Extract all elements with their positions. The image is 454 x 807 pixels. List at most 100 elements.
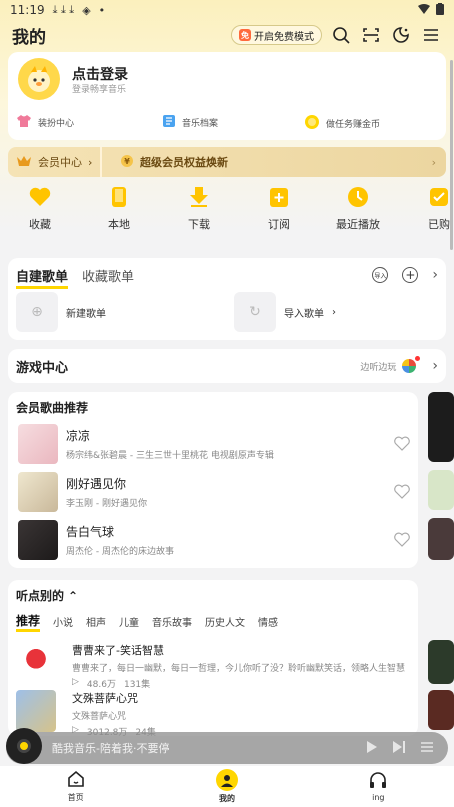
dress-center-link[interactable]: 装扮中心 <box>16 114 74 131</box>
new-playlist-button[interactable]: ⊕ 新建歌单 <box>16 292 106 332</box>
player-disc[interactable] <box>6 728 42 764</box>
listen-else-title: 听点别的 <box>16 589 65 603</box>
quick-local[interactable]: 本地 <box>89 186 149 232</box>
song-title: 刚好遇见你 <box>66 477 127 491</box>
import-icon[interactable]: 导入 <box>372 267 389 283</box>
vip-center-label: 会员中心 <box>38 156 82 169</box>
tab-history[interactable]: 历史人文 <box>205 614 245 632</box>
nav-ing-label: ing <box>372 793 385 802</box>
avatar[interactable] <box>18 58 60 100</box>
song-cover <box>18 520 58 560</box>
story-row[interactable]: 文殊菩萨心咒 文殊菩萨心咒 ▷ 3012.8万 24集 <box>16 690 414 738</box>
archive-icon <box>162 114 176 131</box>
song-cover <box>18 424 58 464</box>
free-mode-label: 开启免费模式 <box>254 31 314 43</box>
quick-local-label: 本地 <box>108 218 130 231</box>
quick-recent-label: 最近播放 <box>336 218 380 231</box>
story-row[interactable]: 曹曹来了-笑话智慧 曹曹来了，每日一幽默，每日一哲理，今儿你听了没？聆听幽默笑话… <box>16 642 414 690</box>
quick-recent[interactable]: 最近播放 <box>328 186 388 232</box>
tab-recommend[interactable]: 推荐 <box>16 612 41 632</box>
playlist-icon[interactable] <box>420 741 434 756</box>
player-track-text: 酷我音乐-陪着我·不要停 <box>52 742 170 755</box>
dress-center-label: 装扮中心 <box>38 119 75 129</box>
nav-me-label: 我的 <box>218 794 235 803</box>
song-title: 告白气球 <box>66 525 115 539</box>
heart-icon[interactable] <box>394 532 410 548</box>
next-card-preview[interactable] <box>428 392 454 462</box>
clock-icon <box>347 186 369 208</box>
nav-home[interactable]: 首页 <box>0 766 151 807</box>
free-mode-button[interactable]: 免 开启免费模式 <box>231 25 322 45</box>
tab-crosstalk[interactable]: 相声 <box>86 614 106 632</box>
chevron-right-icon: › <box>432 358 438 374</box>
tab-collected-playlists[interactable]: 收藏歌单 <box>82 266 134 289</box>
song-row[interactable]: 刚好遇见你 李玉刚 - 刚好遇见你 <box>18 472 410 512</box>
skin-icon[interactable] <box>390 24 412 46</box>
next-card-preview[interactable] <box>428 640 454 684</box>
bottom-nav: 首页 我的 ing <box>0 766 454 807</box>
quick-subscribe[interactable]: 订阅 <box>249 186 309 232</box>
quick-subscribe-label: 订阅 <box>268 218 290 231</box>
vip-center-button[interactable]: 会员中心 › <box>8 147 102 177</box>
song-title: 凉凉 <box>66 429 91 443</box>
mini-player[interactable]: 酷我音乐-陪着我·不要停 <box>6 732 448 764</box>
play-icon[interactable] <box>366 740 378 757</box>
chevron-right-icon[interactable]: › <box>432 156 436 169</box>
vip-songs-title: 会员歌曲推荐 <box>16 401 89 415</box>
song-row[interactable]: 凉凉 杨宗纬&张碧晨 - 三生三世十里桃花 电视剧原声专辑 <box>18 424 410 464</box>
listen-else-card: 听点别的 ⌃ 推荐 小说 相声 儿童 音乐故事 历史人文 情感 曹曹来了-笑话智… <box>8 580 418 738</box>
app-notification-icon: ◈ <box>82 3 91 17</box>
profile-icon <box>215 769 238 791</box>
login-card[interactable]: 点击登录 登录畅享音乐 装扮中心 音乐档案 做任务赚金币 <box>8 52 446 140</box>
coin-icon <box>304 114 320 133</box>
chevron-up-icon[interactable]: ⌃ <box>68 589 78 603</box>
nav-me[interactable]: 我的 <box>151 766 302 807</box>
tab-created-playlists[interactable]: 自建歌单 <box>16 266 69 289</box>
tab-music-story[interactable]: 音乐故事 <box>152 614 192 632</box>
page-title: 我的 <box>12 27 46 48</box>
top-bar: 我的 免 开启免费模式 <box>0 22 454 48</box>
next-card-preview[interactable] <box>428 690 454 730</box>
story-plays: 48.6万 <box>86 680 116 690</box>
next-card-preview[interactable] <box>428 518 454 560</box>
music-archive-label: 音乐档案 <box>182 119 219 129</box>
tab-children[interactable]: 儿童 <box>119 614 139 632</box>
play-count-icon: ▷ <box>72 677 79 687</box>
add-icon[interactable]: + <box>402 267 419 283</box>
task-coin-link[interactable]: 做任务赚金币 <box>304 114 380 133</box>
vip-upgrade-banner[interactable]: ¥ 超级会员权益焕新 <box>102 154 228 171</box>
story-subtitle: 文殊菩萨心咒 <box>72 712 127 722</box>
song-row[interactable]: 告白气球 周杰伦 - 周杰伦的床边故事 <box>18 520 410 560</box>
tab-emotion[interactable]: 情感 <box>258 614 278 632</box>
menu-icon[interactable] <box>420 24 442 46</box>
nav-ing[interactable]: ing <box>303 766 454 807</box>
search-icon[interactable] <box>330 24 352 46</box>
heart-icon[interactable] <box>394 436 410 452</box>
chevron-right-icon[interactable]: › <box>432 267 438 283</box>
quick-access-row: 收藏 本地 下载 订阅 最近播放 已购 <box>0 186 454 238</box>
tab-novel[interactable]: 小说 <box>53 614 73 632</box>
story-title: 曹曹来了-笑话智慧 <box>72 644 164 657</box>
heart-icon <box>29 186 51 208</box>
home-icon <box>67 770 85 790</box>
quick-favorites[interactable]: 收藏 <box>10 186 70 232</box>
song-subtitle: 周杰伦 - 周杰伦的床边故事 <box>66 547 174 557</box>
quick-purchased[interactable]: 已购 <box>409 186 454 232</box>
heart-icon[interactable] <box>394 484 410 500</box>
story-subtitle: 曹曹来了，每日一幽默，每日一哲理，今儿你听了没？聆听幽默笑话，领略人生智慧 <box>72 664 406 674</box>
download-notification-icon: ⤓ ⤓ ⤓ <box>52 3 75 16</box>
login-title[interactable]: 点击登录 <box>72 64 128 84</box>
download-icon <box>188 186 210 208</box>
quick-download[interactable]: 下载 <box>169 186 229 232</box>
music-archive-link[interactable]: 音乐档案 <box>162 114 218 131</box>
import-playlist-icon: ↻ <box>234 292 276 332</box>
headphones-icon <box>369 771 387 791</box>
import-playlist-button[interactable]: ↻ 导入歌单 › <box>234 292 336 332</box>
scan-icon[interactable] <box>360 24 382 46</box>
next-card-preview[interactable] <box>428 470 454 510</box>
next-icon[interactable] <box>392 740 406 757</box>
vip-songs-card: 会员歌曲推荐 凉凉 杨宗纬&张碧晨 - 三生三世十里桃花 电视剧原声专辑 刚好遇… <box>8 392 418 568</box>
new-playlist-label: 新建歌单 <box>66 308 106 320</box>
game-center-card[interactable]: 游戏中心 边听边玩 › <box>8 349 446 383</box>
vip-crown-icon <box>16 155 32 170</box>
